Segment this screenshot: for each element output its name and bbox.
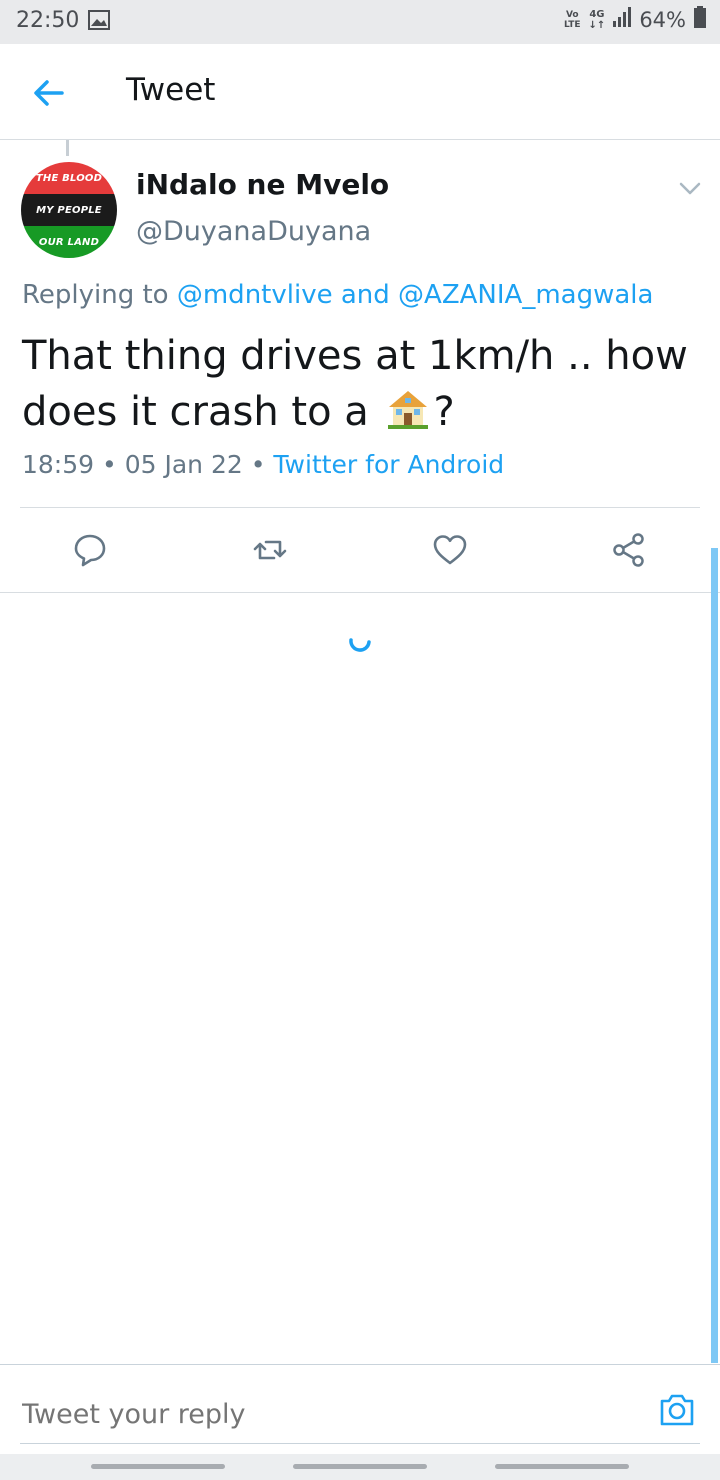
divider	[20, 507, 700, 508]
divider	[0, 592, 720, 593]
composer-divider	[0, 1364, 720, 1365]
thread-connector	[66, 140, 69, 156]
tweet-meta: 18:59 • 05 Jan 22 • Twitter for Android	[22, 450, 504, 479]
battery-icon	[694, 6, 706, 34]
nav-back-button[interactable]	[495, 1464, 629, 1469]
nav-recent-button[interactable]	[91, 1464, 225, 1469]
navigation-bar	[0, 1454, 720, 1480]
reply-mention-mdntvlive[interactable]: @mdntvlive	[177, 280, 333, 310]
nav-home-button[interactable]	[293, 1464, 427, 1469]
tweet-actions	[0, 520, 720, 582]
battery-percentage: 64%	[639, 8, 686, 32]
page-title: Tweet	[126, 72, 216, 108]
signal-icon	[613, 7, 632, 33]
tweet-source-link[interactable]: Twitter for Android	[273, 450, 504, 479]
status-time: 22:50	[16, 8, 80, 33]
gallery-icon	[88, 10, 110, 36]
chevron-down-icon	[679, 182, 701, 195]
tweet-menu-button[interactable]	[676, 174, 704, 202]
status-bar: 22:50 Vo LTE 4G ↓↑ 64%	[0, 0, 720, 44]
tweet-text: That thing drives at 1km/h .. how does i…	[22, 328, 702, 440]
avatar[interactable]: THE BLOOD MY PEOPLE OUR LAND	[21, 162, 117, 258]
app-bar: Tweet	[0, 44, 720, 140]
reply-input-underline	[20, 1443, 700, 1444]
camera-button[interactable]	[658, 1392, 696, 1428]
tweet-date: 05 Jan 22	[124, 450, 243, 479]
like-button[interactable]	[432, 532, 468, 568]
tweet-text-body: That thing drives at 1km/h .. how does i…	[22, 333, 688, 435]
reply-mention-azania[interactable]: @AZANIA_magwala	[398, 280, 653, 310]
status-indicators: Vo LTE 4G ↓↑ 64%	[564, 6, 706, 34]
avatar-band-bottom: OUR LAND	[21, 226, 117, 258]
speech-bubble-icon	[74, 534, 106, 567]
camera-icon	[660, 1394, 694, 1426]
arrow-left-icon	[34, 80, 64, 106]
reply-input[interactable]	[22, 1392, 622, 1436]
avatar-band-middle: MY PEOPLE	[21, 194, 117, 226]
loading-spinner-icon	[346, 628, 374, 656]
reply-and-label[interactable]: and	[341, 280, 390, 310]
author-display-name[interactable]: iNdalo ne Mvelo	[136, 168, 389, 201]
reply-button[interactable]	[72, 532, 108, 568]
scrollbar[interactable]	[711, 548, 718, 1363]
retweet-button[interactable]	[252, 532, 288, 568]
network-4g-indicator: 4G ↓↑	[588, 9, 606, 31]
replying-to-label: Replying to	[22, 280, 169, 310]
volte-indicator: Vo LTE	[564, 10, 581, 30]
replying-to-line: Replying to @mdntvlive and @AZANIA_magwa…	[22, 280, 653, 310]
house-emoji-icon	[386, 387, 430, 431]
meta-separator: •	[250, 450, 266, 479]
retweet-icon	[253, 540, 287, 560]
tweet-time: 18:59	[22, 450, 95, 479]
author-handle[interactable]: @DuyanaDuyana	[136, 216, 371, 247]
tweet-text-end: ?	[433, 389, 455, 435]
heart-icon	[433, 535, 467, 565]
avatar-band-top: THE BLOOD	[21, 162, 117, 194]
share-button[interactable]	[611, 532, 647, 568]
meta-separator: •	[102, 450, 117, 479]
back-button[interactable]	[26, 72, 70, 116]
share-icon	[613, 533, 644, 567]
